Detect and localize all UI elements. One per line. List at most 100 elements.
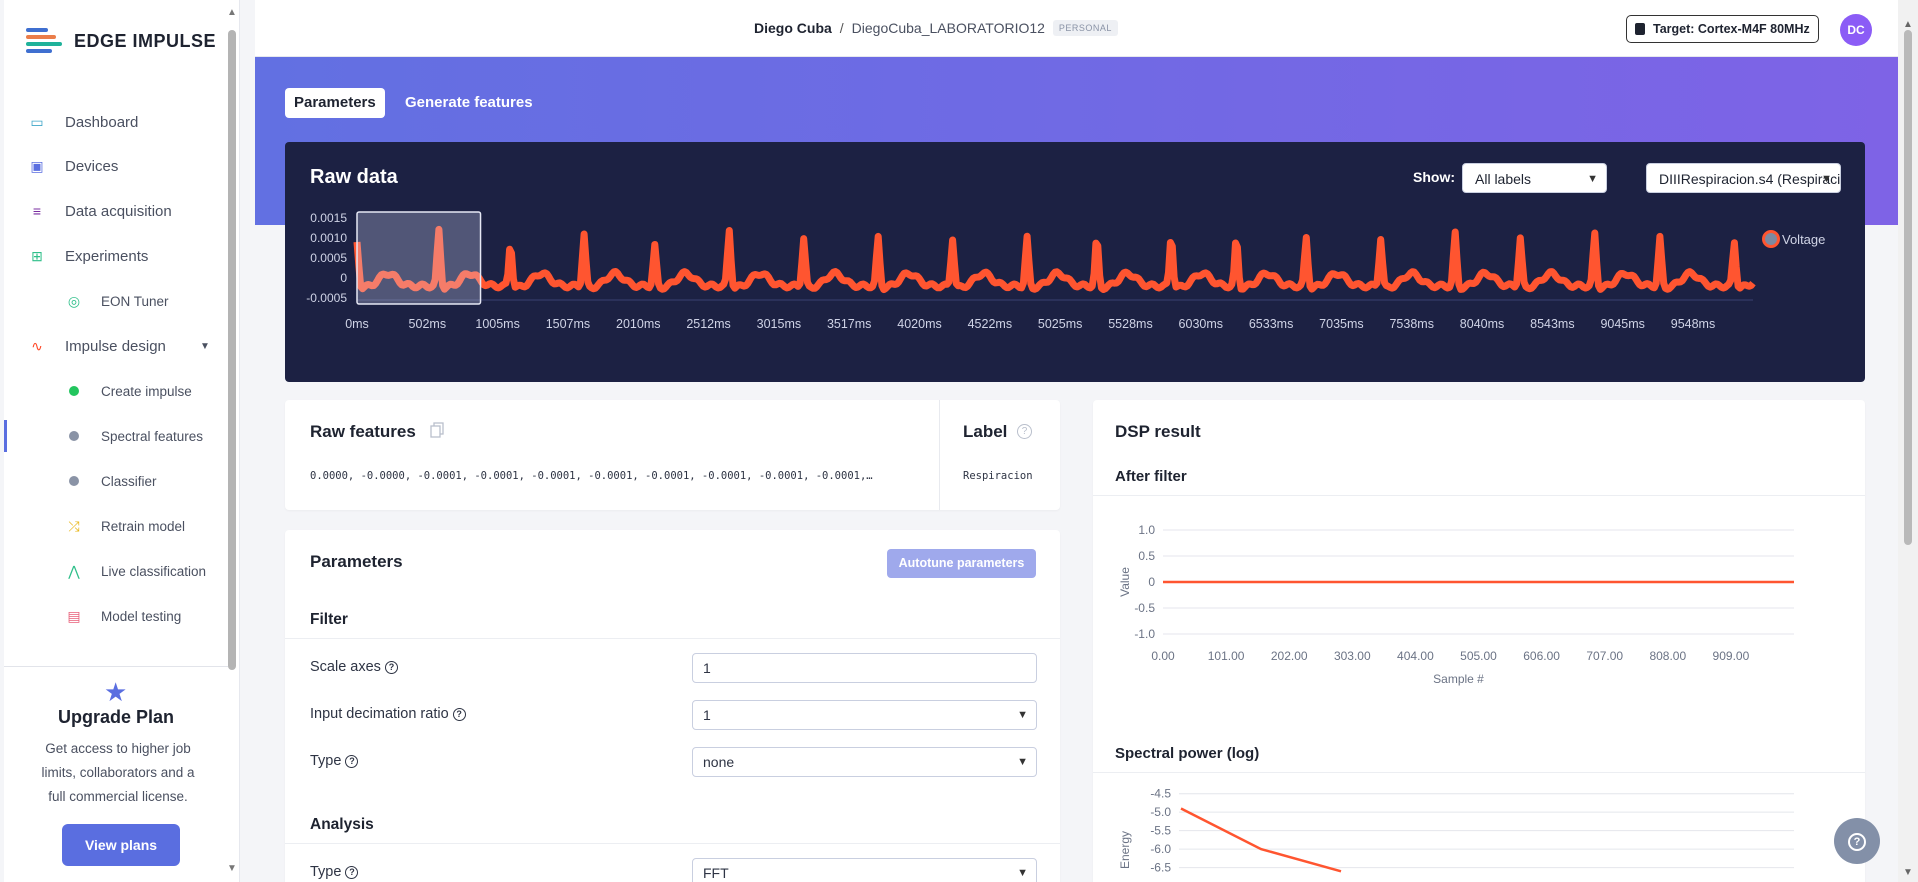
help-button[interactable]: ?: [1834, 818, 1880, 864]
scale-axes-input[interactable]: 1: [692, 653, 1037, 683]
y-tick-label: -0.0005: [306, 291, 347, 305]
dot-icon: [66, 473, 82, 489]
shuffle-icon: ⤮: [68, 517, 80, 534]
grid-icon: ⊞: [31, 247, 43, 264]
y-tick-label: -4.5: [1150, 787, 1171, 801]
page-scrollbar[interactable]: ▲ ▼: [1898, 0, 1918, 882]
help-circle-icon[interactable]: ?: [452, 707, 466, 721]
legend-swatch: [1762, 230, 1780, 248]
user-avatar[interactable]: DC: [1840, 14, 1872, 46]
parameters-card: Parameters Autotune parameters Filter Sc…: [285, 530, 1060, 882]
legend-label: Voltage: [1782, 231, 1826, 247]
sidebar-item-label: EON Tuner: [101, 293, 169, 309]
raw-data-chart[interactable]: 0.0015 0.0010 0.0005 0 -0.0005 0ms 502ms 1005ms…: [285, 202, 1865, 382]
sidebar: EDGE IMPULSE ▭ Dashboard ▣ Devices ≡ Data acq…: [4, 0, 240, 882]
chevron-down-icon: ▼: [1587, 173, 1598, 185]
sidebar-item-impulse-design[interactable]: ∿ Impulse design ▼: [4, 328, 228, 364]
dsp-result-title: DSP result: [1115, 422, 1201, 441]
sidebar-item-label: Live classification: [101, 563, 207, 579]
x-tick-label: 808.00: [1649, 649, 1686, 663]
sidebar-item-label: Experiments: [65, 247, 149, 265]
page-scroll-thumb[interactable]: [1904, 30, 1912, 545]
chevron-down-icon[interactable]: ▼: [200, 341, 210, 352]
x-tick-label: 4522ms: [968, 317, 1012, 331]
help-circle-icon[interactable]: ?: [1017, 424, 1032, 439]
after-filter-chart[interactable]: 1.0 0.5 0 -0.5 -1.0 0.00 101.00 202.00 303.00 404…: [1093, 500, 1865, 710]
decimation-select-value: 1: [703, 707, 711, 723]
label-title: Label: [963, 422, 1008, 441]
y-tick-label: 0.0005: [310, 251, 347, 265]
sidebar-item-devices[interactable]: ▣ Devices: [4, 148, 228, 184]
breadcrumb-owner[interactable]: Diego Cuba: [754, 20, 832, 36]
scale-axes-label-text: Scale axes: [310, 659, 381, 675]
decimation-label: Input decimation ratio ?: [310, 706, 466, 722]
sidebar-item-classifier[interactable]: Classifier: [4, 463, 228, 499]
divider: [1093, 772, 1865, 773]
breadcrumb: Diego Cuba / DiegoCuba_LABORATORIO12 PER…: [754, 20, 1118, 36]
help-circle-icon[interactable]: ?: [345, 754, 359, 768]
y-tick-label: -6.0: [1150, 842, 1171, 856]
sidebar-item-data-acquisition[interactable]: ≡ Data acquisition: [4, 193, 228, 229]
upgrade-title: Upgrade Plan: [57, 707, 175, 727]
sidebar-item-label: Create impulse: [101, 383, 192, 399]
y-tick-label: 1.0: [1138, 523, 1155, 537]
sidebar-item-retrain-model[interactable]: ⤮ Retrain model: [4, 508, 228, 544]
tab-generate-features[interactable]: Generate features: [396, 88, 542, 118]
x-tick-label: 6030ms: [1179, 317, 1223, 331]
copy-icon[interactable]: [430, 422, 444, 438]
x-tick-label: 1005ms: [475, 317, 519, 331]
decimation-select[interactable]: 1 ▼: [692, 700, 1037, 730]
sidebar-item-create-impulse[interactable]: Create impulse: [4, 373, 228, 409]
spectral-power-chart[interactable]: -4.5 -5.0 -5.5 -6.0 -6.5 Energy: [1093, 780, 1865, 882]
filter-type-select[interactable]: none ▼: [692, 747, 1037, 777]
help-icon: ?: [1848, 833, 1866, 852]
chart-legend[interactable]: Voltage: [1762, 230, 1825, 248]
target-device-button[interactable]: Target: Cortex-M4F 80MHz: [1626, 15, 1819, 43]
autotune-parameters-button[interactable]: Autotune parameters: [887, 549, 1036, 578]
sidebar-item-label: Data acquisition: [65, 202, 172, 220]
spectral-power-series-line: [1180, 807, 1342, 873]
scale-axes-label: Scale axes ?: [310, 659, 398, 675]
x-tick-label: 502ms: [409, 317, 447, 331]
sidebar-item-experiments[interactable]: ⊞ Experiments: [4, 238, 228, 274]
x-tick-label: 9045ms: [1600, 317, 1644, 331]
y-tick-label: -0.5: [1134, 601, 1155, 615]
analysis-type-select[interactable]: FFT ▼: [692, 858, 1037, 882]
sidebar-scroll-thumb[interactable]: [228, 30, 236, 670]
chevron-down-icon: ▼: [1017, 867, 1028, 879]
help-circle-icon[interactable]: ?: [384, 660, 398, 674]
tab-parameters[interactable]: Parameters: [285, 88, 385, 118]
sidebar-item-label: Retrain model: [101, 518, 186, 534]
edge-impulse-logo[interactable]: EDGE IMPULSE: [26, 28, 216, 54]
parameters-title: Parameters: [310, 552, 403, 571]
y-tick-label: 0: [340, 271, 347, 285]
sidebar-item-live-classification[interactable]: ⋀ Live classification: [4, 553, 228, 589]
chevron-down-icon: ▼: [1017, 709, 1028, 721]
scroll-up-arrow-icon[interactable]: ▲: [1903, 20, 1913, 30]
sidebar-item-spectral-features[interactable]: Spectral features: [4, 418, 228, 454]
scroll-down-arrow-icon[interactable]: ▼: [227, 864, 237, 874]
help-circle-icon[interactable]: ?: [345, 865, 359, 879]
raw-features-title: Raw features: [310, 422, 416, 441]
sidebar-item-label: Classifier: [101, 473, 157, 489]
divider: [285, 638, 1060, 639]
database-icon: ≡: [32, 203, 42, 219]
x-tick-label: 3015ms: [757, 317, 801, 331]
raw-data-title: Raw data: [310, 166, 398, 188]
view-plans-button[interactable]: View plans: [62, 824, 180, 866]
scroll-down-arrow-icon[interactable]: ▼: [1903, 868, 1913, 878]
sidebar-item-model-testing[interactable]: ▤ Model testing: [4, 598, 228, 634]
sample-select[interactable]: DIIIRespiracion.s4 (Respiracion) ▼: [1646, 163, 1841, 193]
sidebar-item-dashboard[interactable]: ▭ Dashboard: [4, 104, 228, 140]
x-tick-label: 505.00: [1460, 649, 1497, 663]
scroll-up-arrow-icon[interactable]: ▲: [227, 8, 237, 18]
sidebar-scrollbar[interactable]: ▲ ▼: [227, 8, 237, 874]
y-tick-label: -5.5: [1150, 824, 1171, 838]
label-filter-value: All labels: [1475, 171, 1532, 187]
sidebar-item-eon-tuner[interactable]: ◎ EON Tuner: [4, 283, 228, 319]
voltage-series-line: [353, 225, 1756, 294]
clipboard-check-icon: ▤: [67, 607, 81, 624]
dsp-result-card: DSP result After filter 1.0 0.5 0 -0.5 -1.0 0…: [1093, 400, 1865, 882]
label-filter-select[interactable]: All labels ▼: [1462, 163, 1607, 193]
breadcrumb-project[interactable]: DiegoCuba_LABORATORIO12: [852, 20, 1045, 36]
